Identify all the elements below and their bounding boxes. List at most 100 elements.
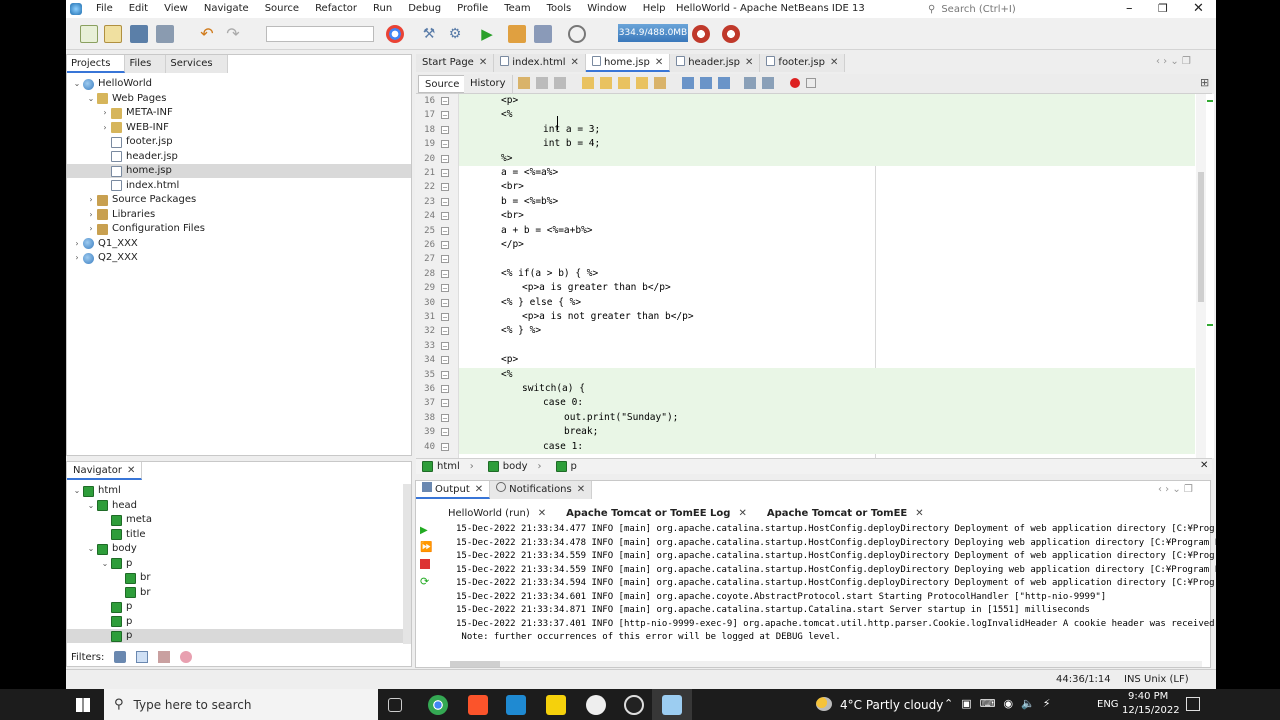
tree-item[interactable]: › Configuration Files xyxy=(67,222,411,236)
fold-marker-icon[interactable]: – xyxy=(441,154,449,163)
output-subtab[interactable]: HelloWorld (run) ✕ xyxy=(438,505,556,523)
expand-toggle-icon[interactable]: ⌄ xyxy=(71,484,83,498)
code-line[interactable]: 19– int b = 4; xyxy=(415,137,1196,151)
code-line[interactable]: 27– xyxy=(415,252,1196,266)
code-line[interactable]: 16– <p> xyxy=(415,94,1196,108)
notification-center-icon[interactable] xyxy=(1186,697,1200,711)
filter-attr-icon[interactable] xyxy=(180,651,193,663)
weather-text[interactable]: 4°C Partly cloudy xyxy=(840,698,943,712)
navigator-item[interactable]: title xyxy=(67,528,403,542)
expand-toggle-icon[interactable]: › xyxy=(71,237,83,251)
new-file-icon[interactable] xyxy=(80,25,98,43)
fold-marker-icon[interactable]: – xyxy=(441,327,449,336)
code-line[interactable]: 31– <p>a is not greater than b</p> xyxy=(415,310,1196,324)
output-hscroll-thumb[interactable] xyxy=(450,661,500,667)
fold-marker-icon[interactable]: – xyxy=(441,226,449,235)
profile-icon[interactable] xyxy=(534,25,552,43)
fold-marker-icon[interactable]: – xyxy=(441,385,449,393)
new-project-icon[interactable] xyxy=(104,25,122,43)
next-bookmark-icon[interactable] xyxy=(700,77,712,89)
tree-item[interactable]: › Q2_XXX xyxy=(67,251,411,265)
undo-icon[interactable]: ↶ xyxy=(198,25,216,43)
taskbar-search-input[interactable]: Type here to search xyxy=(134,698,252,712)
build-icon[interactable]: ⚙ xyxy=(446,25,464,43)
navigator-item[interactable]: p xyxy=(67,600,403,614)
tab-files[interactable]: Files xyxy=(125,55,167,73)
expand-toggle-icon[interactable]: ⌄ xyxy=(85,542,97,556)
toggle-highlight-icon[interactable] xyxy=(654,77,666,89)
fold-marker-icon[interactable]: – xyxy=(441,97,449,105)
debug-icon[interactable] xyxy=(508,25,526,43)
tree-item[interactable]: › Libraries xyxy=(67,208,411,222)
find-icon[interactable] xyxy=(582,77,594,89)
run-icon[interactable]: ▶ xyxy=(478,25,496,43)
fold-marker-icon[interactable]: – xyxy=(441,442,449,451)
fold-marker-icon[interactable]: – xyxy=(441,413,449,422)
filter-css-icon[interactable] xyxy=(114,651,127,663)
fold-marker-icon[interactable]: – xyxy=(441,284,449,293)
expand-toggle-icon[interactable]: › xyxy=(99,106,111,120)
fold-marker-icon[interactable]: – xyxy=(441,399,449,408)
code-line[interactable]: 20– %> xyxy=(415,152,1196,166)
code-line[interactable]: 35– <% xyxy=(415,368,1196,382)
menu-help[interactable]: Help xyxy=(635,0,674,18)
find-prev-icon[interactable] xyxy=(600,77,612,89)
navigator-item[interactable]: ⌄ p xyxy=(67,557,403,571)
notes-icon[interactable] xyxy=(546,695,566,715)
menu-team[interactable]: Team xyxy=(496,0,538,18)
code-line[interactable]: 21– a = <%=a%> xyxy=(415,166,1196,180)
tab-output[interactable]: Output ✕ xyxy=(416,481,491,499)
menu-view[interactable]: View xyxy=(156,0,196,18)
code-line[interactable]: 29– <p>a is greater than b</p> xyxy=(415,281,1196,295)
close-icon[interactable]: ✕ xyxy=(127,465,135,476)
code-line[interactable]: 40– case 1: xyxy=(415,440,1196,454)
output-hscroll[interactable] xyxy=(450,661,1202,667)
close-icon[interactable]: ✕ xyxy=(577,484,585,495)
tree-item[interactable]: › META-INF xyxy=(67,106,411,120)
obs-icon[interactable] xyxy=(624,695,644,715)
profiler-icon[interactable] xyxy=(722,25,740,43)
code-line[interactable]: 18– int a = 3; xyxy=(415,123,1196,137)
tray-icons[interactable]: ⌃▣⌨◉🔈⚡ xyxy=(944,697,1059,710)
record-macro-icon[interactable] xyxy=(790,78,800,88)
find-sel-icon[interactable] xyxy=(636,77,648,89)
tree-item[interactable]: header.jsp xyxy=(67,150,411,164)
navigator-item[interactable]: br xyxy=(67,571,403,585)
code-line[interactable]: 22– <br> xyxy=(415,180,1196,194)
fold-marker-icon[interactable]: – xyxy=(441,169,449,177)
stop-icon[interactable] xyxy=(420,559,430,569)
tree-item[interactable]: index.html xyxy=(67,179,411,193)
global-search[interactable]: ⚲ Search (Ctrl+I) xyxy=(928,1,1108,17)
breadcrumb-item[interactable]: p xyxy=(555,461,577,472)
code-line[interactable]: 39– break; xyxy=(415,425,1196,439)
fold-marker-icon[interactable]: – xyxy=(441,298,449,307)
menu-debug[interactable]: Debug xyxy=(400,0,449,18)
test-icon[interactable] xyxy=(568,25,586,43)
rerun-icon[interactable]: ▶ xyxy=(420,525,434,536)
close-icon[interactable]: ✕ xyxy=(538,508,546,519)
code-line[interactable]: 34– <p> xyxy=(415,353,1196,367)
code-line[interactable]: 24– <br> xyxy=(415,209,1196,223)
fold-marker-icon[interactable]: – xyxy=(441,140,449,149)
expand-toggle-icon[interactable]: › xyxy=(71,251,83,265)
tree-item[interactable]: ⌄ Web Pages xyxy=(67,92,411,106)
find-next-icon[interactable] xyxy=(618,77,630,89)
browser-icon[interactable] xyxy=(386,25,404,43)
editor-tab[interactable]: Start Page ✕ xyxy=(416,54,495,72)
fold-marker-icon[interactable]: – xyxy=(441,125,449,134)
expand-toggle-icon[interactable]: ⌄ xyxy=(85,92,97,106)
shift-left-icon[interactable] xyxy=(744,77,756,89)
tab-notifications[interactable]: Notifications ✕ xyxy=(490,481,593,499)
code-line[interactable]: 17– <% xyxy=(415,108,1196,122)
menu-profile[interactable]: Profile xyxy=(449,0,496,18)
toggle-bookmark-icon[interactable] xyxy=(718,77,730,89)
menu-edit[interactable]: Edit xyxy=(121,0,156,18)
navigator-item[interactable]: p xyxy=(67,629,403,643)
expand-toggle-icon[interactable]: › xyxy=(85,222,97,236)
tab-projects[interactable]: Projects xyxy=(67,55,126,73)
tree-item[interactable]: ⌄ HelloWorld xyxy=(67,77,411,91)
breadcrumb-item[interactable]: html › xyxy=(422,461,474,472)
expand-toggle-icon[interactable]: ⌄ xyxy=(71,77,83,91)
close-icon[interactable]: ✕ xyxy=(738,508,746,519)
refresh-icon[interactable]: ⟳ xyxy=(420,575,434,588)
